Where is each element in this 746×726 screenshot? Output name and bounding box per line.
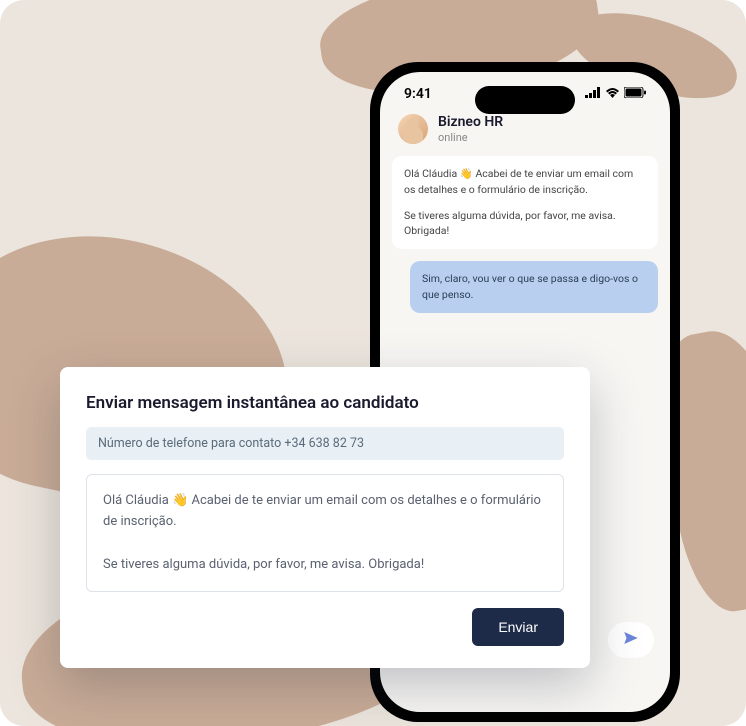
phone-notch [475, 86, 575, 114]
send-message-modal: Enviar mensagem instantânea ao candidato… [60, 367, 590, 668]
chat-name: Bizneo HR [438, 114, 503, 131]
chat-header-text: Bizneo HR online [438, 114, 503, 144]
status-icons [585, 86, 646, 102]
chat-header: Bizneo HR online [380, 108, 670, 156]
chat-status: online [438, 131, 503, 144]
modal-title: Enviar mensagem instantânea ao candidato [86, 393, 564, 413]
signal-icon [585, 86, 601, 102]
submit-button[interactable]: Enviar [472, 608, 564, 646]
message-paragraph: Olá Cláudia 👋 Acabei de te enviar um ema… [404, 166, 646, 198]
avatar[interactable] [398, 114, 428, 144]
message-paragraph: Se tiveres alguma dúvida, por favor, me … [103, 555, 547, 576]
app-canvas: 9:41 Bizneo HR online [0, 0, 746, 726]
send-message-button[interactable] [608, 622, 654, 658]
wifi-icon [605, 86, 620, 102]
messages-area[interactable]: Olá Cláudia 👋 Acabei de te enviar um ema… [380, 156, 670, 313]
message-paragraph: Olá Cláudia 👋 Acabei de te enviar um ema… [103, 491, 547, 533]
send-icon [622, 629, 640, 651]
battery-icon [624, 86, 646, 102]
message-textarea[interactable]: Olá Cláudia 👋 Acabei de te enviar um ema… [86, 474, 564, 592]
contact-phone-field[interactable]: Número de telefone para contato +34 638 … [86, 427, 564, 460]
message-received: Olá Cláudia 👋 Acabei de te enviar um ema… [392, 156, 658, 249]
message-sent: Sim, claro, vou ver o que se passa e dig… [410, 261, 658, 313]
modal-footer: Enviar [86, 608, 564, 646]
message-paragraph: Se tiveres alguma dúvida, por favor, me … [404, 208, 646, 240]
